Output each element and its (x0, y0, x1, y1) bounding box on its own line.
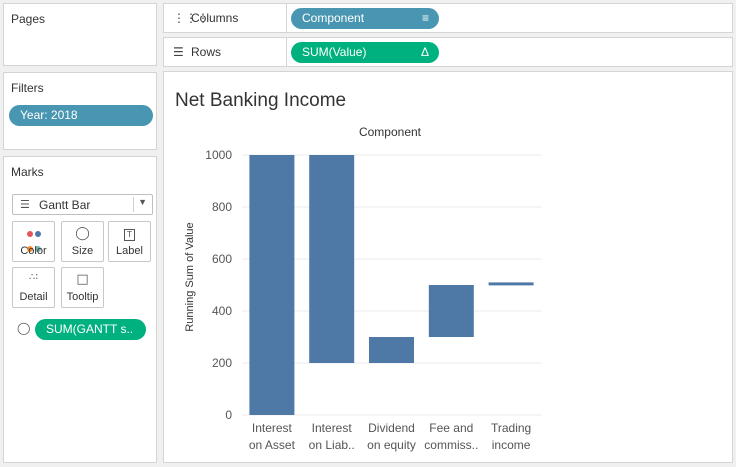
marks-card: Marks ☰ Gantt Bar ▼ Color ◯ Size T Label… (3, 156, 157, 463)
columns-shelf: ⋮⋮⋮Columns Component ≡ (163, 3, 733, 33)
mark-type-label: Gantt Bar (39, 198, 91, 212)
detail-button[interactable]: ∴∶ Detail (12, 267, 55, 308)
chart-title: Net Banking Income (175, 90, 346, 111)
columns-label-text: Columns (191, 11, 239, 25)
y-axis-ticks: 0 200 400 600 800 1000 (205, 148, 232, 422)
size-button[interactable]: ◯ Size (61, 221, 104, 262)
rows-shelf: ☰ Rows SUM(Value) Δ (163, 37, 733, 67)
marks-title: Marks (11, 165, 44, 179)
y-tick-label: 800 (212, 200, 232, 214)
mark-type-dropdown[interactable]: ☰ Gantt Bar ▼ (12, 194, 153, 215)
rows-pill-label: SUM(Value) (302, 45, 367, 59)
chevron-down-icon: ▼ (138, 197, 147, 207)
rows-icon: ☰ (173, 45, 184, 59)
color-button[interactable]: Color (12, 221, 55, 262)
bars (249, 155, 534, 415)
columns-icon: ⋮⋮⋮ (173, 11, 209, 25)
detail-icon: ∴∶ (29, 272, 38, 283)
bar (309, 155, 355, 363)
x-tick-label: Interest (252, 421, 293, 435)
color-button-label: Color (20, 245, 47, 257)
x-axis-ticks: Interest on Asset Interest on Liab.. Dividen… (249, 421, 531, 452)
label-button-label: Label (116, 245, 143, 257)
y-tick-label: 200 (212, 356, 232, 370)
bar (369, 337, 414, 363)
label-icon: T (109, 226, 150, 242)
size-pill-icon: ◯ (17, 321, 31, 335)
shelf-divider (286, 4, 287, 32)
chart-view: Net Banking Income Component Running Sum… (163, 71, 733, 463)
x-tick-label: commiss.. (424, 438, 478, 452)
columns-pill-label: Component (302, 11, 365, 25)
label-icon-glyph: T (124, 229, 135, 241)
x-tick-label: Trading (491, 421, 531, 435)
filter-pill-label: Year: 2018 (20, 108, 78, 122)
columns-shelf-label: ⋮⋮⋮Columns (173, 11, 238, 25)
x-tick-label: income (492, 438, 531, 452)
shelf-divider (286, 38, 287, 66)
y-tick-label: 400 (212, 304, 232, 318)
x-tick-label: Dividend (368, 421, 415, 435)
filters-card: Filters Year: 2018 (3, 72, 157, 150)
bar (428, 285, 474, 337)
size-pill-label: SUM(GANTT s.. (46, 322, 134, 336)
color-icon (13, 226, 54, 252)
chart-canvas: Net Banking Income Component Running Sum… (175, 90, 541, 452)
pages-card: Pages (3, 3, 157, 66)
sort-icon: ≡ (421, 11, 429, 25)
rows-shelf-label: ☰ Rows (173, 45, 221, 59)
x-tick-label: on Asset (249, 438, 296, 452)
x-tick-label: on equity (367, 438, 416, 452)
y-tick-label: 1000 (205, 148, 232, 162)
tooltip-button-label: Tooltip (66, 291, 99, 303)
tooltip-button[interactable]: □ Tooltip (61, 267, 104, 308)
delta-icon: Δ (420, 45, 429, 59)
column-header: Component (359, 125, 422, 139)
filter-pill-year[interactable]: Year: 2018 (9, 105, 153, 126)
x-tick-label: Fee and (429, 421, 473, 435)
size-button-label: Size (71, 245, 94, 257)
x-tick-label: Interest (312, 421, 353, 435)
y-tick-label: 600 (212, 252, 232, 266)
rows-label-text: Rows (191, 45, 222, 59)
label-button[interactable]: T Label (108, 221, 151, 262)
dropdown-divider (133, 197, 134, 212)
y-tick-label: 0 (225, 408, 232, 422)
pages-title: Pages (11, 12, 46, 26)
size-icon: ◯ (75, 226, 90, 241)
size-pill[interactable]: SUM(GANTT s.. (35, 319, 146, 340)
gantt-bar-icon: ☰ (20, 198, 30, 211)
detail-button-label: Detail (19, 291, 48, 303)
bar (249, 155, 295, 415)
bar (488, 282, 534, 286)
filters-title: Filters (11, 81, 44, 95)
rows-pill-sum-value[interactable]: SUM(Value) Δ (291, 42, 439, 63)
tooltip-icon: □ (76, 272, 89, 287)
y-axis-label: Running Sum of Value (184, 222, 196, 331)
x-tick-label: on Liab.. (309, 438, 355, 452)
columns-pill-component[interactable]: Component ≡ (291, 8, 439, 29)
